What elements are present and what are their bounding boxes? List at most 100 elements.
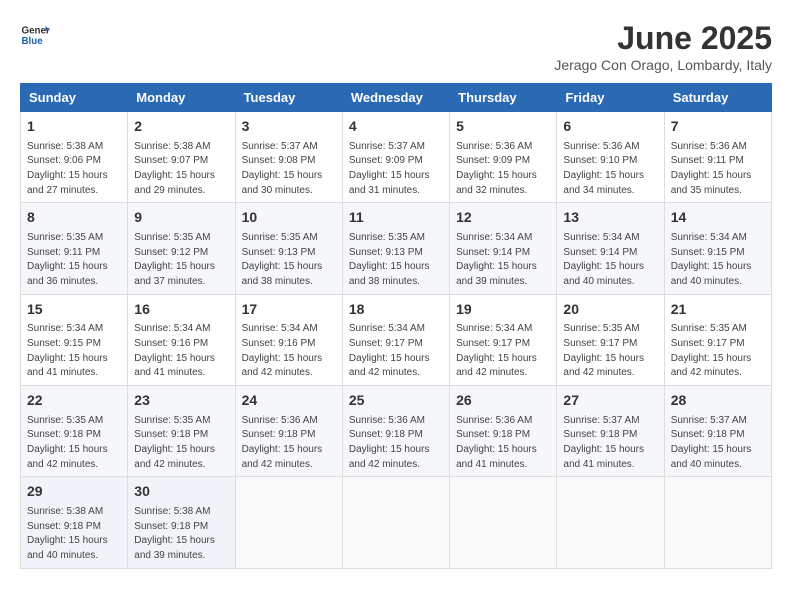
day-info: Sunrise: 5:37 AMSunset: 9:18 PMDaylight:…	[563, 415, 644, 470]
header-tuesday: Tuesday	[235, 84, 342, 112]
day-info: Sunrise: 5:37 AMSunset: 9:09 PMDaylight:…	[349, 141, 430, 196]
table-cell	[450, 477, 557, 568]
table-cell: 8 Sunrise: 5:35 AMSunset: 9:11 PMDayligh…	[21, 203, 128, 294]
day-info: Sunrise: 5:35 AMSunset: 9:13 PMDaylight:…	[242, 232, 323, 287]
table-cell: 20 Sunrise: 5:35 AMSunset: 9:17 PMDaylig…	[557, 294, 664, 385]
day-info: Sunrise: 5:36 AMSunset: 9:09 PMDaylight:…	[456, 141, 537, 196]
table-cell: 7 Sunrise: 5:36 AMSunset: 9:11 PMDayligh…	[664, 112, 771, 203]
day-info: Sunrise: 5:35 AMSunset: 9:18 PMDaylight:…	[134, 415, 215, 470]
table-cell: 13 Sunrise: 5:34 AMSunset: 9:14 PMDaylig…	[557, 203, 664, 294]
table-cell: 15 Sunrise: 5:34 AMSunset: 9:15 PMDaylig…	[21, 294, 128, 385]
day-number: 29	[27, 482, 121, 502]
day-info: Sunrise: 5:36 AMSunset: 9:18 PMDaylight:…	[456, 415, 537, 470]
header-wednesday: Wednesday	[342, 84, 449, 112]
day-info: Sunrise: 5:34 AMSunset: 9:17 PMDaylight:…	[349, 323, 430, 378]
day-number: 28	[671, 391, 765, 411]
day-number: 16	[134, 300, 228, 320]
day-number: 23	[134, 391, 228, 411]
day-info: Sunrise: 5:34 AMSunset: 9:14 PMDaylight:…	[456, 232, 537, 287]
svg-text:Blue: Blue	[22, 36, 44, 47]
day-number: 18	[349, 300, 443, 320]
day-number: 6	[563, 117, 657, 137]
table-cell: 19 Sunrise: 5:34 AMSunset: 9:17 PMDaylig…	[450, 294, 557, 385]
table-cell: 23 Sunrise: 5:35 AMSunset: 9:18 PMDaylig…	[128, 386, 235, 477]
day-number: 17	[242, 300, 336, 320]
header-friday: Friday	[557, 84, 664, 112]
day-info: Sunrise: 5:38 AMSunset: 9:18 PMDaylight:…	[27, 506, 108, 561]
day-info: Sunrise: 5:35 AMSunset: 9:13 PMDaylight:…	[349, 232, 430, 287]
day-number: 8	[27, 208, 121, 228]
table-cell: 2 Sunrise: 5:38 AMSunset: 9:07 PMDayligh…	[128, 112, 235, 203]
day-info: Sunrise: 5:37 AMSunset: 9:18 PMDaylight:…	[671, 415, 752, 470]
day-info: Sunrise: 5:34 AMSunset: 9:16 PMDaylight:…	[242, 323, 323, 378]
header-saturday: Saturday	[664, 84, 771, 112]
table-cell: 25 Sunrise: 5:36 AMSunset: 9:18 PMDaylig…	[342, 386, 449, 477]
day-number: 26	[456, 391, 550, 411]
day-number: 20	[563, 300, 657, 320]
table-cell: 21 Sunrise: 5:35 AMSunset: 9:17 PMDaylig…	[664, 294, 771, 385]
header-sunday: Sunday	[21, 84, 128, 112]
table-cell	[235, 477, 342, 568]
day-number: 21	[671, 300, 765, 320]
calendar-title: June 2025	[554, 20, 772, 57]
table-cell: 22 Sunrise: 5:35 AMSunset: 9:18 PMDaylig…	[21, 386, 128, 477]
day-info: Sunrise: 5:35 AMSunset: 9:12 PMDaylight:…	[134, 232, 215, 287]
table-cell: 1 Sunrise: 5:38 AMSunset: 9:06 PMDayligh…	[21, 112, 128, 203]
calendar-table: Sunday Monday Tuesday Wednesday Thursday…	[20, 83, 772, 569]
table-cell: 6 Sunrise: 5:36 AMSunset: 9:10 PMDayligh…	[557, 112, 664, 203]
table-cell: 14 Sunrise: 5:34 AMSunset: 9:15 PMDaylig…	[664, 203, 771, 294]
day-info: Sunrise: 5:38 AMSunset: 9:18 PMDaylight:…	[134, 506, 215, 561]
header-thursday: Thursday	[450, 84, 557, 112]
day-info: Sunrise: 5:36 AMSunset: 9:11 PMDaylight:…	[671, 141, 752, 196]
day-number: 7	[671, 117, 765, 137]
day-number: 5	[456, 117, 550, 137]
day-info: Sunrise: 5:37 AMSunset: 9:08 PMDaylight:…	[242, 141, 323, 196]
day-number: 13	[563, 208, 657, 228]
day-number: 3	[242, 117, 336, 137]
day-info: Sunrise: 5:35 AMSunset: 9:11 PMDaylight:…	[27, 232, 108, 287]
day-info: Sunrise: 5:34 AMSunset: 9:17 PMDaylight:…	[456, 323, 537, 378]
logo: General Blue	[20, 20, 50, 50]
day-number: 22	[27, 391, 121, 411]
calendar-subtitle: Jerago Con Orago, Lombardy, Italy	[554, 57, 772, 73]
table-cell: 29 Sunrise: 5:38 AMSunset: 9:18 PMDaylig…	[21, 477, 128, 568]
week-row-4: 22 Sunrise: 5:35 AMSunset: 9:18 PMDaylig…	[21, 386, 772, 477]
day-info: Sunrise: 5:35 AMSunset: 9:17 PMDaylight:…	[671, 323, 752, 378]
day-number: 15	[27, 300, 121, 320]
table-cell: 11 Sunrise: 5:35 AMSunset: 9:13 PMDaylig…	[342, 203, 449, 294]
week-row-1: 1 Sunrise: 5:38 AMSunset: 9:06 PMDayligh…	[21, 112, 772, 203]
table-cell: 5 Sunrise: 5:36 AMSunset: 9:09 PMDayligh…	[450, 112, 557, 203]
page-header: General Blue June 2025 Jerago Con Orago,…	[20, 20, 772, 73]
table-cell	[557, 477, 664, 568]
table-cell: 4 Sunrise: 5:37 AMSunset: 9:09 PMDayligh…	[342, 112, 449, 203]
table-cell: 27 Sunrise: 5:37 AMSunset: 9:18 PMDaylig…	[557, 386, 664, 477]
day-info: Sunrise: 5:38 AMSunset: 9:07 PMDaylight:…	[134, 141, 215, 196]
table-cell: 10 Sunrise: 5:35 AMSunset: 9:13 PMDaylig…	[235, 203, 342, 294]
day-info: Sunrise: 5:35 AMSunset: 9:18 PMDaylight:…	[27, 415, 108, 470]
day-info: Sunrise: 5:36 AMSunset: 9:10 PMDaylight:…	[563, 141, 644, 196]
day-number: 11	[349, 208, 443, 228]
day-number: 30	[134, 482, 228, 502]
day-info: Sunrise: 5:34 AMSunset: 9:16 PMDaylight:…	[134, 323, 215, 378]
day-info: Sunrise: 5:35 AMSunset: 9:17 PMDaylight:…	[563, 323, 644, 378]
table-cell: 16 Sunrise: 5:34 AMSunset: 9:16 PMDaylig…	[128, 294, 235, 385]
table-cell: 28 Sunrise: 5:37 AMSunset: 9:18 PMDaylig…	[664, 386, 771, 477]
table-cell: 18 Sunrise: 5:34 AMSunset: 9:17 PMDaylig…	[342, 294, 449, 385]
day-info: Sunrise: 5:38 AMSunset: 9:06 PMDaylight:…	[27, 141, 108, 196]
day-info: Sunrise: 5:36 AMSunset: 9:18 PMDaylight:…	[349, 415, 430, 470]
weekday-header-row: Sunday Monday Tuesday Wednesday Thursday…	[21, 84, 772, 112]
table-cell: 26 Sunrise: 5:36 AMSunset: 9:18 PMDaylig…	[450, 386, 557, 477]
day-number: 4	[349, 117, 443, 137]
table-cell: 17 Sunrise: 5:34 AMSunset: 9:16 PMDaylig…	[235, 294, 342, 385]
day-number: 9	[134, 208, 228, 228]
logo-icon: General Blue	[20, 20, 50, 50]
day-number: 10	[242, 208, 336, 228]
header-monday: Monday	[128, 84, 235, 112]
table-cell: 30 Sunrise: 5:38 AMSunset: 9:18 PMDaylig…	[128, 477, 235, 568]
day-number: 19	[456, 300, 550, 320]
day-info: Sunrise: 5:34 AMSunset: 9:15 PMDaylight:…	[27, 323, 108, 378]
table-cell	[342, 477, 449, 568]
day-number: 2	[134, 117, 228, 137]
week-row-3: 15 Sunrise: 5:34 AMSunset: 9:15 PMDaylig…	[21, 294, 772, 385]
table-cell: 12 Sunrise: 5:34 AMSunset: 9:14 PMDaylig…	[450, 203, 557, 294]
